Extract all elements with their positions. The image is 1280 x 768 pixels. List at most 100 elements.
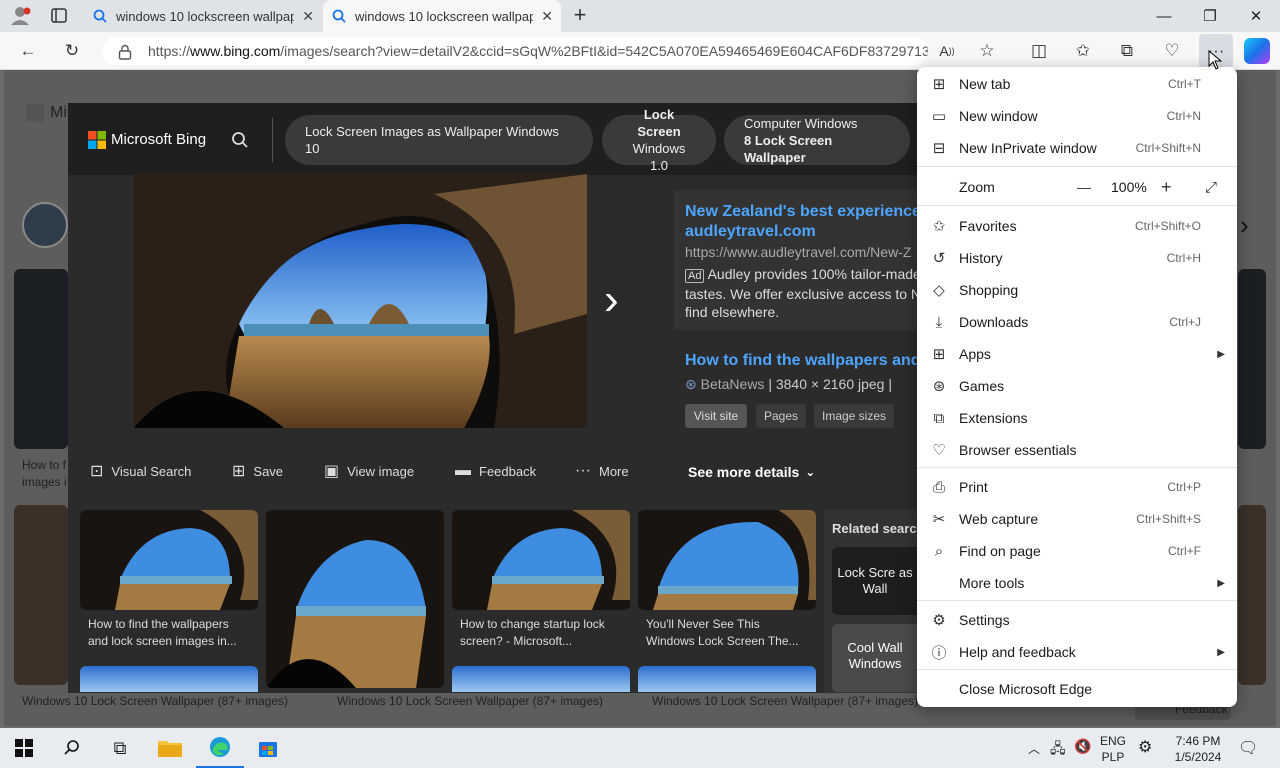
close-window-icon[interactable]: ✕ — [1233, 0, 1279, 32]
back-arrow-icon[interactable]: ← — [11, 34, 45, 68]
menu-item-extensions[interactable]: ⧉ Extensions — [917, 402, 1237, 434]
url-path: /images/search?view=detailV2&ccid=sGqW%2… — [280, 43, 928, 59]
thumb-3-caption[interactable]: How to change startup lock screen? - Micr… — [460, 616, 605, 650]
menu-item-find-on-page[interactable]: ⌕ Find on page Ctrl+F — [917, 535, 1237, 567]
close-tab-icon[interactable]: ✕ — [541, 8, 553, 25]
related-search-1[interactable]: Lock Scre as Wall — [832, 547, 918, 615]
menu-item-print[interactable]: ⎙ Print Ctrl+P — [917, 471, 1237, 503]
menu-item-history[interactable]: ↺ History Ctrl+H — [917, 242, 1237, 274]
lock-icon[interactable] — [118, 44, 132, 60]
edge-taskbar-icon[interactable] — [196, 728, 244, 768]
tray-settings-gear-icon[interactable]: ⚙ — [1138, 737, 1152, 757]
fullscreen-icon[interactable]: ⤢ — [1205, 179, 1217, 196]
network-icon[interactable]: 🖧 — [1050, 738, 1066, 762]
related-pill-3[interactable]: Computer Windows 8 Lock Screen Wallpaper — [724, 115, 910, 165]
thumb-1-caption[interactable]: How to find the wallpapers and lock scree… — [88, 616, 237, 650]
start-windows-icon[interactable] — [0, 728, 48, 768]
thumb-6-partial[interactable] — [452, 666, 630, 692]
new-tab-plus-icon[interactable]: + — [568, 4, 592, 28]
store-icon[interactable] — [244, 728, 292, 768]
menu-item-settings[interactable]: ⚙ Settings — [917, 604, 1237, 636]
thumb-4[interactable] — [638, 510, 816, 610]
save-button[interactable]: ⊞ Save — [232, 460, 283, 482]
menu-separator — [917, 166, 1237, 167]
favorite-star-icon[interactable]: ☆ — [970, 34, 1004, 68]
search-icon[interactable] — [230, 130, 250, 150]
url-host: www.bing.com — [190, 43, 281, 59]
chevron-right-icon: ▶ — [1217, 646, 1225, 658]
menu-item-help[interactable]: ⓘ Help and feedback ▶ — [917, 636, 1237, 668]
thumb-7-partial[interactable] — [638, 666, 816, 692]
feedback-button[interactable]: ▬ Feedback — [455, 460, 536, 482]
menu-separator — [917, 467, 1237, 468]
taskbar-search-icon[interactable] — [48, 728, 96, 768]
bing-logo-text[interactable]: Microsoft Bing — [111, 131, 206, 148]
menu-item-new-inprivate[interactable]: ⊟ New InPrivate window Ctrl+Shift+N — [917, 132, 1237, 164]
result-title[interactable]: How to find the wallpapers and l — [685, 352, 917, 370]
behind-logo-icon — [26, 104, 44, 122]
header-divider — [272, 118, 273, 162]
related-search-2[interactable]: Cool Wall Windows — [832, 624, 918, 692]
image-sizes-button[interactable]: Image sizes — [814, 404, 894, 428]
tab-actions-icon[interactable] — [50, 7, 70, 25]
view-image-button[interactable]: ▣ View image — [324, 460, 414, 482]
collections-icon[interactable]: ⧉ — [1110, 34, 1144, 68]
minimize-icon[interactable]: — — [1141, 0, 1187, 32]
thumb-5-partial[interactable] — [80, 666, 258, 692]
more-button[interactable]: ··· More — [575, 460, 629, 482]
menu-item-new-window[interactable]: ▭ New window Ctrl+N — [917, 100, 1237, 132]
tab-1[interactable]: windows 10 lockscreen wallpaper - Search… — [84, 0, 322, 32]
behind-next-chevron-icon[interactable]: › — [1240, 210, 1249, 241]
related-searches-label: Related search — [832, 521, 918, 536]
next-image-chevron-icon[interactable]: › — [604, 278, 619, 322]
menu-item-close-edge[interactable]: Close Microsoft Edge — [917, 673, 1237, 705]
menu-item-downloads[interactable]: ⤓ Downloads Ctrl+J — [917, 306, 1237, 338]
notifications-icon[interactable]: 🗨 — [1238, 738, 1258, 758]
volume-muted-icon[interactable]: 🔇 — [1074, 738, 1091, 755]
tray-chevron-up-icon[interactable]: ︿ — [1028, 740, 1040, 757]
related-pill-2[interactable]: Lock Screen Windows 1.0 — [602, 107, 716, 173]
thumb-1[interactable] — [80, 510, 258, 610]
clock[interactable]: 7:46 PM 1/5/2024 — [1170, 733, 1226, 765]
menu-item-favorites[interactable]: ✩ Favorites Ctrl+Shift+O — [917, 210, 1237, 242]
web-capture-icon: ✂ — [932, 511, 946, 528]
pages-button[interactable]: Pages — [756, 404, 806, 428]
task-view-icon[interactable]: ⧉ — [96, 728, 144, 768]
zoom-out-button[interactable]: — — [1077, 179, 1091, 195]
menu-item-more-tools[interactable]: More tools ▶ — [917, 567, 1237, 599]
favorites-icon[interactable]: ✩ — [1066, 34, 1100, 68]
zoom-in-button[interactable]: + — [1161, 177, 1172, 198]
ad-badge: Ad — [685, 269, 705, 283]
language-indicator[interactable]: ENG PLP — [1100, 733, 1126, 765]
related-pill-1[interactable]: Lock Screen Images as Wallpaper Windows … — [285, 115, 593, 165]
menu-item-apps[interactable]: ⊞ Apps ▶ — [917, 338, 1237, 370]
ad-url[interactable]: https://www.audleytravel.com/New-Z — [685, 244, 917, 260]
ad-title[interactable]: New Zealand's best experiences audleytrav… — [685, 202, 917, 242]
restore-icon[interactable]: ❐ — [1187, 0, 1233, 32]
menu-item-shopping[interactable]: ◇ Shopping — [917, 274, 1237, 306]
main-image[interactable] — [134, 174, 587, 428]
menu-item-new-tab[interactable]: ⊞ New tab Ctrl+T — [917, 68, 1237, 100]
tab-2[interactable]: windows 10 lockscreen wallpaper - Search… — [323, 0, 561, 32]
visual-search-button[interactable]: ⊡ Visual Search — [90, 460, 191, 482]
behind-image-right-2 — [1238, 505, 1266, 685]
split-screen-icon[interactable]: ◫ — [1022, 34, 1056, 68]
profile-icon[interactable] — [10, 6, 32, 26]
file-explorer-icon[interactable] — [146, 728, 194, 768]
browser-essentials-icon[interactable]: ♡ — [1155, 34, 1189, 68]
menu-item-web-capture[interactable]: ✂ Web capture Ctrl+Shift+S — [917, 503, 1237, 535]
bottom-caption-3: Windows 10 Lock Screen Wallpaper (87+ im… — [652, 694, 919, 708]
bottom-caption-2: Windows 10 Lock Screen Wallpaper (87+ im… — [337, 694, 604, 708]
thumb-2[interactable] — [266, 510, 444, 688]
read-aloud-icon[interactable]: A)) — [930, 34, 964, 68]
refresh-icon[interactable]: ↻ — [55, 34, 89, 68]
address-bar[interactable]: https://www.bing.com/images/search?view=… — [102, 37, 928, 65]
visit-site-button[interactable]: Visit site — [685, 404, 747, 428]
menu-item-games[interactable]: ⊛ Games — [917, 370, 1237, 402]
copilot-icon[interactable] — [1244, 38, 1270, 64]
thumb-4-caption[interactable]: You'll Never See This Windows Lock Screen… — [646, 616, 799, 650]
close-tab-icon[interactable]: ✕ — [302, 8, 314, 25]
see-more-details-button[interactable]: See more details ⌄ — [674, 456, 834, 488]
menu-item-browser-essentials[interactable]: ♡ Browser essentials — [917, 434, 1237, 466]
thumb-3[interactable] — [452, 510, 630, 610]
